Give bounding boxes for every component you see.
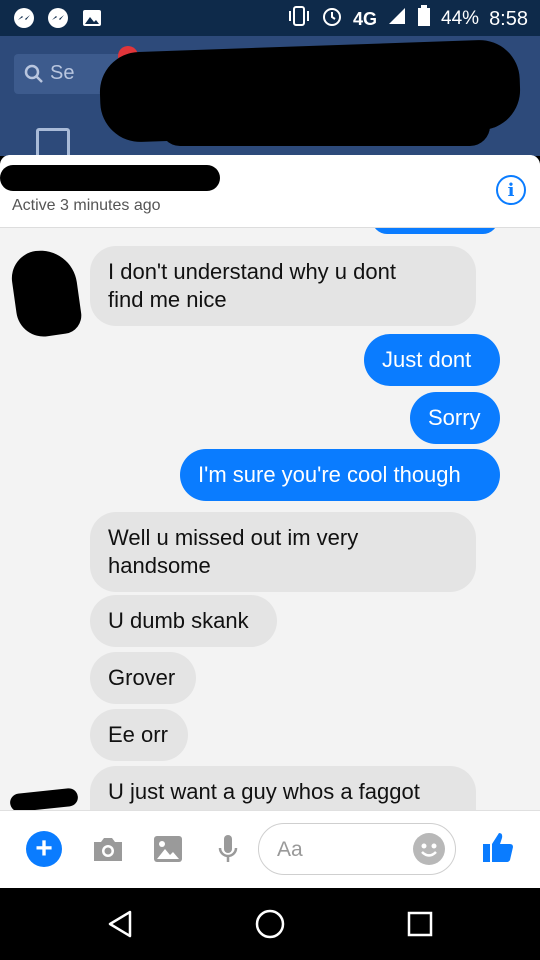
avatar-redaction-2 xyxy=(9,787,79,810)
background-feed-icon xyxy=(36,128,70,156)
camera-icon[interactable] xyxy=(90,831,126,867)
home-icon[interactable] xyxy=(252,906,288,942)
message-bubble-incoming: I don't understand why u dont find me ni… xyxy=(90,246,476,326)
signal-icon xyxy=(387,6,407,32)
message-input-placeholder: Aa xyxy=(277,838,303,861)
message-bubble-outgoing: Sorry xyxy=(410,392,500,444)
message-bubble-incoming: Grover xyxy=(90,652,196,704)
alarm-icon xyxy=(321,5,343,33)
chat-header: Active 3 minutes ago i xyxy=(0,155,540,228)
thumbs-up-icon[interactable] xyxy=(478,827,518,867)
messenger-notification-icon-2 xyxy=(46,6,70,30)
image-notification-icon xyxy=(80,6,104,30)
redaction-scribble-2 xyxy=(160,106,490,146)
avatar-redaction xyxy=(8,245,84,341)
previous-message-bubble-edge xyxy=(372,228,498,234)
message-list: I don't understand why u dont find me ni… xyxy=(0,228,540,810)
message-bubble-incoming: U just want a guy whos a faggot xyxy=(90,766,476,810)
microphone-icon[interactable] xyxy=(210,831,246,867)
message-bubble-incoming: Well u missed out im very handsome xyxy=(90,512,476,592)
message-bubble-incoming: Ee orr xyxy=(90,709,188,761)
back-icon[interactable] xyxy=(102,906,138,942)
android-nav-bar xyxy=(0,888,540,960)
battery-icon xyxy=(417,5,431,33)
messenger-notification-icon xyxy=(12,6,36,30)
message-composer: + Aa xyxy=(0,810,540,888)
status-bar: 4G 44% 8:58 xyxy=(0,0,540,36)
search-icon xyxy=(24,64,43,83)
message-bubble-incoming: U dumb skank xyxy=(90,595,277,647)
message-input[interactable]: Aa xyxy=(258,823,456,875)
contact-name-redaction xyxy=(0,165,220,191)
gallery-icon[interactable] xyxy=(150,831,186,867)
active-status: Active 3 minutes ago xyxy=(12,197,161,214)
plus-icon[interactable]: + xyxy=(26,831,62,867)
background-search-placeholder: Se xyxy=(50,62,75,84)
battery-percent: 44% xyxy=(441,8,480,29)
recents-icon[interactable] xyxy=(402,906,438,942)
chat-head-sheet: Active 3 minutes ago i I don't understan… xyxy=(0,155,540,888)
vibrate-icon xyxy=(287,5,311,33)
network-type: 4G xyxy=(353,8,378,29)
background-app: Se xyxy=(0,36,540,156)
emoji-icon[interactable] xyxy=(413,833,445,865)
clock: 8:58 xyxy=(489,7,528,30)
message-bubble-outgoing: I'm sure you're cool though xyxy=(180,449,500,501)
message-bubble-outgoing: Just dont xyxy=(364,334,500,386)
info-icon[interactable]: i xyxy=(496,175,526,205)
